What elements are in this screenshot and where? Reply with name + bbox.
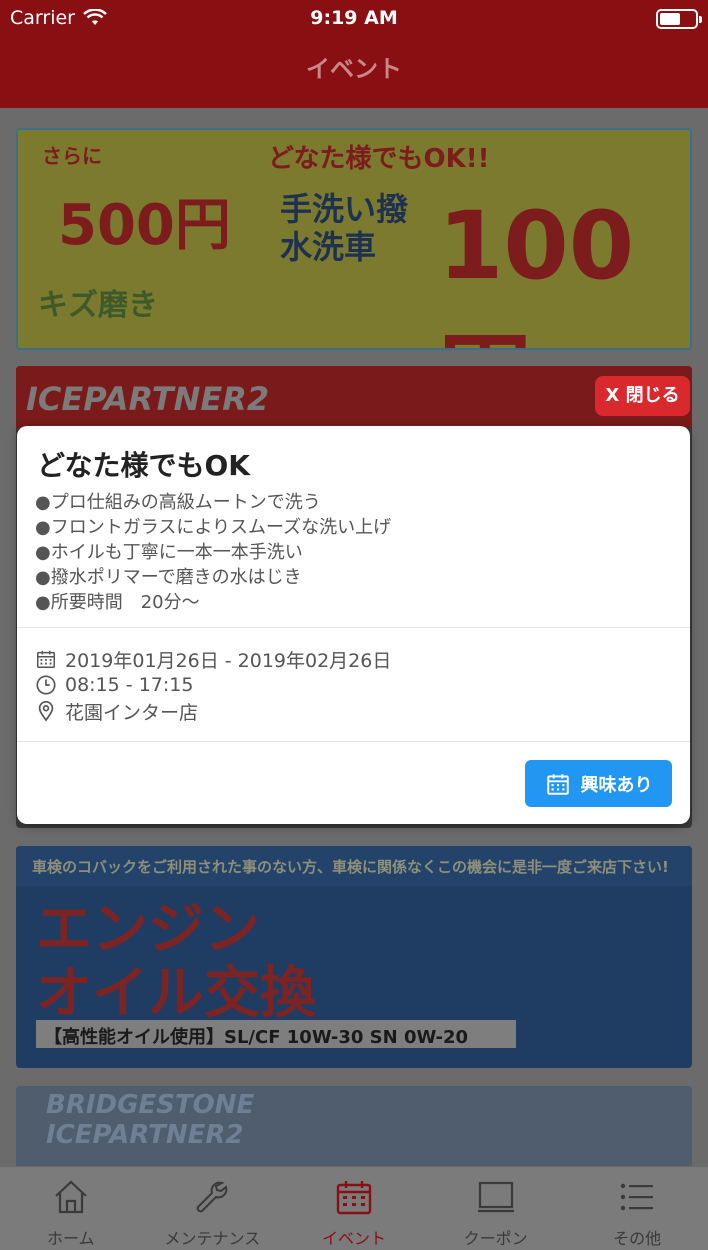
tab-home[interactable]: ホーム [0,1167,142,1250]
date-range: 2019年01月26日 - 2019年02月26日 [65,649,392,672]
description-line: ●フロントガラスによりスムーズな洗い上げ [35,517,392,538]
tab-label: その他 [613,1229,662,1248]
banner-text: ICEPARTNER2 [46,1120,244,1150]
status-bar: Carrier 9:19 AM [0,0,708,40]
tab-other[interactable]: その他 [566,1167,708,1250]
modal-title: どなた様でもOK [37,449,250,482]
banner-text: 車検のコバックをご利用された事のない方、車検に関係なくこの機会に是非一度ご来店下… [16,846,692,886]
tab-coupon[interactable]: クーポン [425,1167,567,1250]
location-pin-icon [38,701,54,722]
banner-text: 手洗い撥水洗車 [280,190,409,266]
time-row: 08:15 - 17:15 [35,672,391,698]
divider [17,627,690,628]
coupon-icon [477,1181,514,1213]
event-info: 2019年01月26日 - 2019年02月26日 08:15 - 17:15 … [35,646,391,724]
description-line: ●撥水ポリマーで磨きの水はじき [35,567,302,588]
event-detail-modal: どなた様でもOK ●プロ仕組みの高級ムートンで洗う ●フロントガラスによりスムー… [17,426,690,824]
clock-icon [36,675,56,695]
banner-text: どなた様でもOK!! [268,144,490,174]
tab-bar: ホーム メンテナンス イベント クーポン その他 [0,1166,708,1250]
calendar-icon [37,650,55,668]
event-banner-car-wash[interactable]: さらに 500円 キズ磨き どなた様でもOK!! 手洗い撥水洗車 100円 [16,128,692,350]
home-icon [55,1180,87,1214]
calendar-icon [336,1181,372,1215]
interest-label: 興味あり [580,774,653,796]
banner-text-line: オイル交換 [36,961,316,1026]
tab-label: ホーム [47,1229,95,1248]
battery-icon [656,9,702,29]
banner-text: ICEPARTNER2 [16,366,692,428]
banner-text: 500円 [58,193,231,258]
tab-label: クーポン [463,1229,528,1248]
calendar-icon [546,773,569,795]
banner-text: さらに [42,144,102,168]
description-line: ●所要時間 20分〜 [35,592,200,613]
status-time: 9:19 AM [310,7,398,29]
description-line: ●プロ仕組みの高級ムートンで洗う [35,492,321,513]
banner-text: 100円 [438,192,635,348]
tab-maintenance[interactable]: メンテナンス [142,1167,284,1250]
banner-text-line: エンジン [36,897,260,962]
divider [17,741,690,742]
page-title: イベント [306,55,402,83]
nav-bar: イベント [0,40,708,108]
location-name: 花園インター店 [65,701,199,724]
event-description: ●プロ仕組みの高級ムートンで洗う ●フロントガラスによりスムーズな洗い上げ ●ホ… [35,490,391,615]
description-line: ●ホイルも丁寧に一本一本手洗い [35,542,303,563]
wrench-icon [197,1181,228,1213]
banner-text: エンジン オイル交換 [36,898,316,1026]
close-button[interactable]: X 閉じる [595,376,690,416]
tab-label: メンテナンス [164,1229,261,1248]
location-row: 花園インター店 [35,698,391,724]
banner-text: キズ磨き [38,288,158,323]
time-range: 08:15 - 17:15 [65,674,194,696]
event-banner-oil-change[interactable]: 車検のコバックをご利用された事のない方、車検に関係なくこの機会に是非一度ご来店下… [16,846,692,1068]
banner-text: 【高性能オイル使用】SL/CF 10W-30 SN 0W-20 [36,1020,516,1048]
banner-text: BRIDGESTONE [46,1090,255,1120]
event-banner-bridgestone[interactable]: BRIDGESTONE ICEPARTNER2 [16,1086,692,1166]
tab-event[interactable]: イベント [283,1167,425,1250]
interest-button[interactable]: 興味あり [525,760,672,807]
list-icon [620,1183,654,1211]
tab-label: イベント [321,1229,386,1248]
date-row: 2019年01月26日 - 2019年02月26日 [35,646,391,672]
